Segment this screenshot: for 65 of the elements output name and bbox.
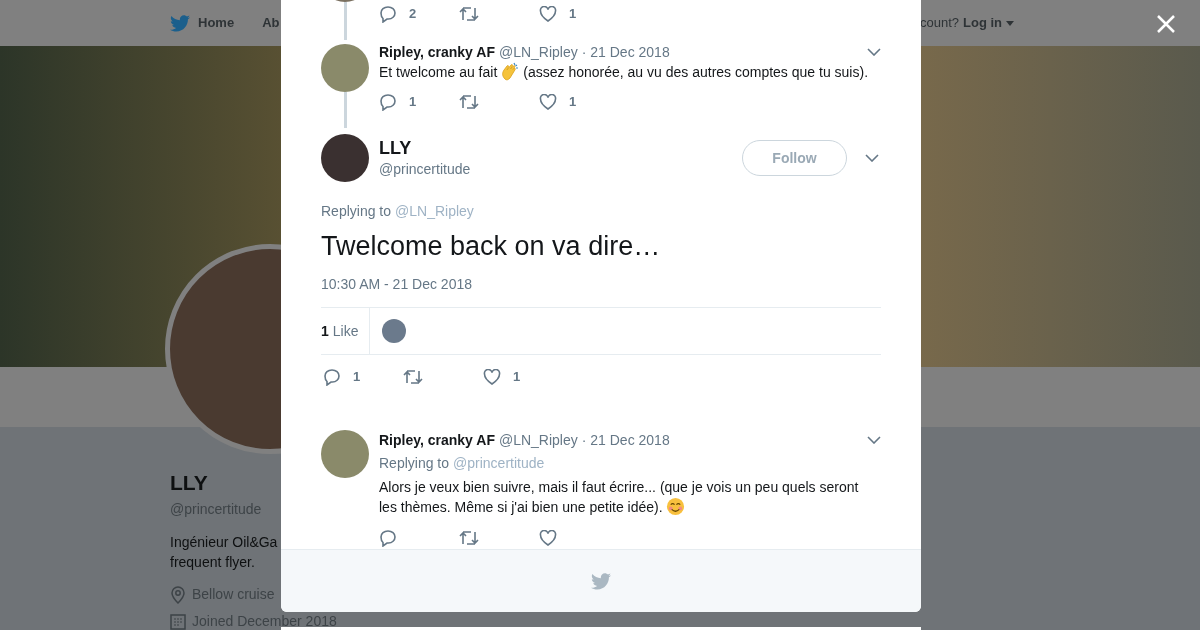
avatar <box>321 134 369 182</box>
reply-icon <box>379 92 397 111</box>
action-count: 2 <box>409 5 417 23</box>
clapping-hands-icon <box>500 62 521 82</box>
reply-button[interactable]: 1 <box>323 367 403 387</box>
author-name: Ripley, cranky AF <box>379 43 495 61</box>
retweet-icon <box>459 529 479 546</box>
thread-line <box>343 2 347 40</box>
heart-icon <box>539 5 557 22</box>
avatar <box>321 429 369 478</box>
reply-button[interactable]: 2 <box>379 4 459 24</box>
calendar-icon <box>170 613 186 630</box>
chevron-down-icon <box>867 435 881 444</box>
tweet-text: Alors je veux bien suivre, mais il faut écrire... (que je vois un peu quels seront <box>379 477 859 497</box>
tweet-date: · 21 Dec 2018 <box>581 43 670 61</box>
bird-icon <box>170 14 190 32</box>
tweet-text: Et twelcome au fait <box>379 63 498 82</box>
avatar <box>321 44 369 92</box>
tweet-text: les thèmes. Même si j'ai bien une petite idée). <box>379 497 663 517</box>
retweet-icon <box>459 5 479 22</box>
heart-icon <box>539 93 557 110</box>
tweet-text: (assez honorée, au vu des autres comptes que tu suis). <box>523 63 869 82</box>
profile-bio: Ingénieur Oil&Ga <box>170 533 278 552</box>
chevron-down-icon <box>865 154 879 162</box>
author-handle: @LN_Ripley <box>498 43 578 61</box>
nav-link[interactable]: Ab <box>262 13 280 33</box>
tweet-timestamp: 10:30 AM - 21 Dec 2018 <box>321 275 473 294</box>
reply-icon <box>379 528 397 547</box>
nav-link[interactable]: Home <box>170 13 235 33</box>
action-count: 1 <box>409 93 417 111</box>
reply-icon <box>379 4 397 23</box>
avatar <box>382 319 407 343</box>
login-button[interactable]: Log in <box>963 13 1014 33</box>
location-pin-icon <box>170 585 186 604</box>
author-name: LLY <box>379 136 413 159</box>
login-prompt: count? <box>919 14 959 33</box>
tweet-date: · 21 Dec 2018 <box>581 430 670 449</box>
profile-bio: frequent flyer. <box>170 553 255 572</box>
heart-icon <box>483 368 501 385</box>
like-button[interactable]: 1 <box>483 367 563 387</box>
like-button[interactable]: 1 <box>539 4 619 24</box>
bird-icon <box>591 572 611 590</box>
action-count: 1 <box>513 368 521 386</box>
chevron-down-icon <box>867 48 881 56</box>
replying-label: Replying to <box>321 202 392 221</box>
tweet-text: Twelcome back on va dire… <box>321 230 662 262</box>
caret-icon <box>1006 20 1014 26</box>
smiling-face-icon <box>665 497 685 516</box>
heart-icon <box>539 529 557 546</box>
reply-button[interactable]: 1 <box>379 92 459 112</box>
likes-count: 1 <box>321 321 329 341</box>
retweet-icon <box>403 368 423 385</box>
action-count: 1 <box>353 368 361 386</box>
action-count: 1 <box>569 93 577 111</box>
action-count: 1 <box>569 5 577 23</box>
profile-name: LLY <box>170 470 208 496</box>
author-name: Ripley, cranky AF <box>379 430 495 449</box>
author-handle: @LN_Ripley <box>498 430 578 449</box>
like-button[interactable]: 1 <box>539 92 619 112</box>
reply-icon <box>323 367 341 386</box>
replying-label: Replying to <box>379 453 450 473</box>
likes-label: Like <box>332 321 359 341</box>
thread-line <box>343 92 347 128</box>
retweet-icon <box>459 93 479 110</box>
author-handle: @princertitude <box>379 159 471 179</box>
